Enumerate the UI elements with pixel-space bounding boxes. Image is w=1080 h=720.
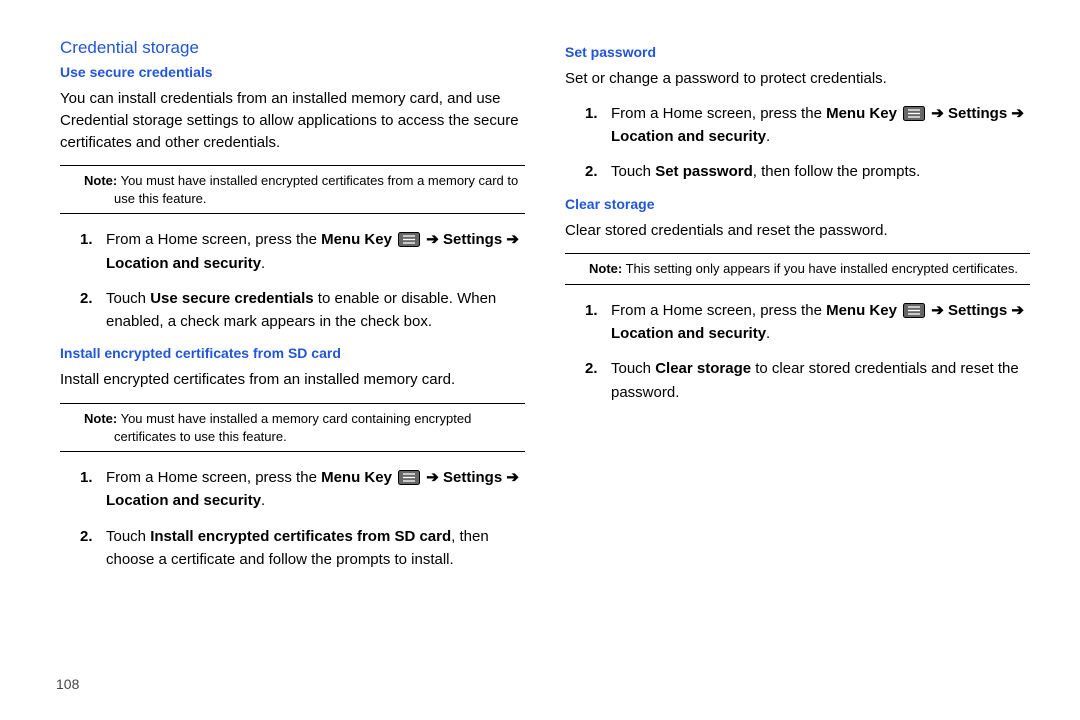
menu-key-icon [398, 232, 420, 247]
settings-label: Settings [443, 469, 502, 486]
bold-action: Install encrypted certificates from SD c… [150, 528, 451, 545]
period: . [766, 325, 770, 342]
steps-list: From a Home screen, press the Menu Key ➔… [60, 466, 525, 571]
step-text: From a Home screen, press the [106, 231, 321, 248]
settings-label: Settings [443, 231, 502, 248]
steps-list: From a Home screen, press the Menu Key ➔… [60, 228, 525, 333]
paragraph: Set or change a password to protect cred… [565, 68, 1030, 90]
step-item: Touch Use secure credentials to enable o… [106, 287, 525, 334]
step-text: Touch [106, 290, 150, 307]
step-text: Touch [106, 528, 150, 545]
arrow-icon: ➔ [1007, 302, 1024, 319]
arrow-icon: ➔ [927, 302, 948, 319]
location-security-label: Location and security [106, 492, 261, 509]
step-text: Touch [611, 360, 655, 377]
menu-key-icon [903, 106, 925, 121]
paragraph: Clear stored credentials and reset the p… [565, 220, 1030, 242]
step-item: From a Home screen, press the Menu Key ➔… [611, 102, 1030, 149]
step-text: Touch [611, 163, 655, 180]
step-item: Touch Clear storage to clear stored cred… [611, 357, 1030, 404]
subheading-clear-storage: Clear storage [565, 196, 1030, 212]
note-box: Note: You must have installed a memory c… [60, 403, 525, 452]
settings-label: Settings [948, 105, 1007, 122]
subheading-set-password: Set password [565, 44, 1030, 60]
step-item: Touch Install encrypted certificates fro… [106, 525, 525, 572]
note-text: You must have installed a memory card co… [114, 411, 471, 444]
period: . [261, 492, 265, 509]
note-label: Note: [589, 261, 622, 276]
step-item: Touch Set password, then follow the prom… [611, 160, 1030, 183]
section-title: Credential storage [60, 38, 525, 58]
menu-key-label: Menu Key [321, 231, 392, 248]
arrow-icon: ➔ [422, 469, 443, 486]
note-box: Note: This setting only appears if you h… [565, 253, 1030, 285]
bold-action: Use secure credentials [150, 290, 313, 307]
arrow-icon: ➔ [1007, 105, 1024, 122]
steps-list: From a Home screen, press the Menu Key ➔… [565, 102, 1030, 184]
page-number: 108 [56, 676, 79, 692]
menu-key-label: Menu Key [321, 469, 392, 486]
paragraph: Install encrypted certificates from an i… [60, 369, 525, 391]
left-column: Credential storage Use secure credential… [60, 38, 525, 583]
location-security-label: Location and security [611, 128, 766, 145]
step-item: From a Home screen, press the Menu Key ➔… [611, 299, 1030, 346]
subheading-install-certificates: Install encrypted certificates from SD c… [60, 345, 525, 361]
step-item: From a Home screen, press the Menu Key ➔… [106, 228, 525, 275]
page-content: Credential storage Use secure credential… [0, 0, 1080, 583]
arrow-icon: ➔ [502, 231, 519, 248]
period: . [766, 128, 770, 145]
note-text: You must have installed encrypted certif… [114, 173, 518, 206]
step-text: From a Home screen, press the [611, 105, 826, 122]
step-text: From a Home screen, press the [106, 469, 321, 486]
note-box: Note: You must have installed encrypted … [60, 165, 525, 214]
arrow-icon: ➔ [502, 469, 519, 486]
settings-label: Settings [948, 302, 1007, 319]
location-security-label: Location and security [611, 325, 766, 342]
step-text: , then follow the prompts. [753, 163, 921, 180]
location-security-label: Location and security [106, 255, 261, 272]
menu-key-icon [903, 303, 925, 318]
note-label: Note: [84, 411, 117, 426]
note-label: Note: [84, 173, 117, 188]
paragraph: You can install credentials from an inst… [60, 88, 525, 153]
note-text: This setting only appears if you have in… [622, 261, 1018, 276]
right-column: Set password Set or change a password to… [565, 38, 1030, 583]
bold-action: Clear storage [655, 360, 751, 377]
step-item: From a Home screen, press the Menu Key ➔… [106, 466, 525, 513]
arrow-icon: ➔ [927, 105, 948, 122]
step-text: From a Home screen, press the [611, 302, 826, 319]
menu-key-label: Menu Key [826, 302, 897, 319]
arrow-icon: ➔ [422, 231, 443, 248]
menu-key-icon [398, 470, 420, 485]
period: . [261, 255, 265, 272]
subheading-use-secure-credentials: Use secure credentials [60, 64, 525, 80]
bold-action: Set password [655, 163, 753, 180]
menu-key-label: Menu Key [826, 105, 897, 122]
steps-list: From a Home screen, press the Menu Key ➔… [565, 299, 1030, 404]
